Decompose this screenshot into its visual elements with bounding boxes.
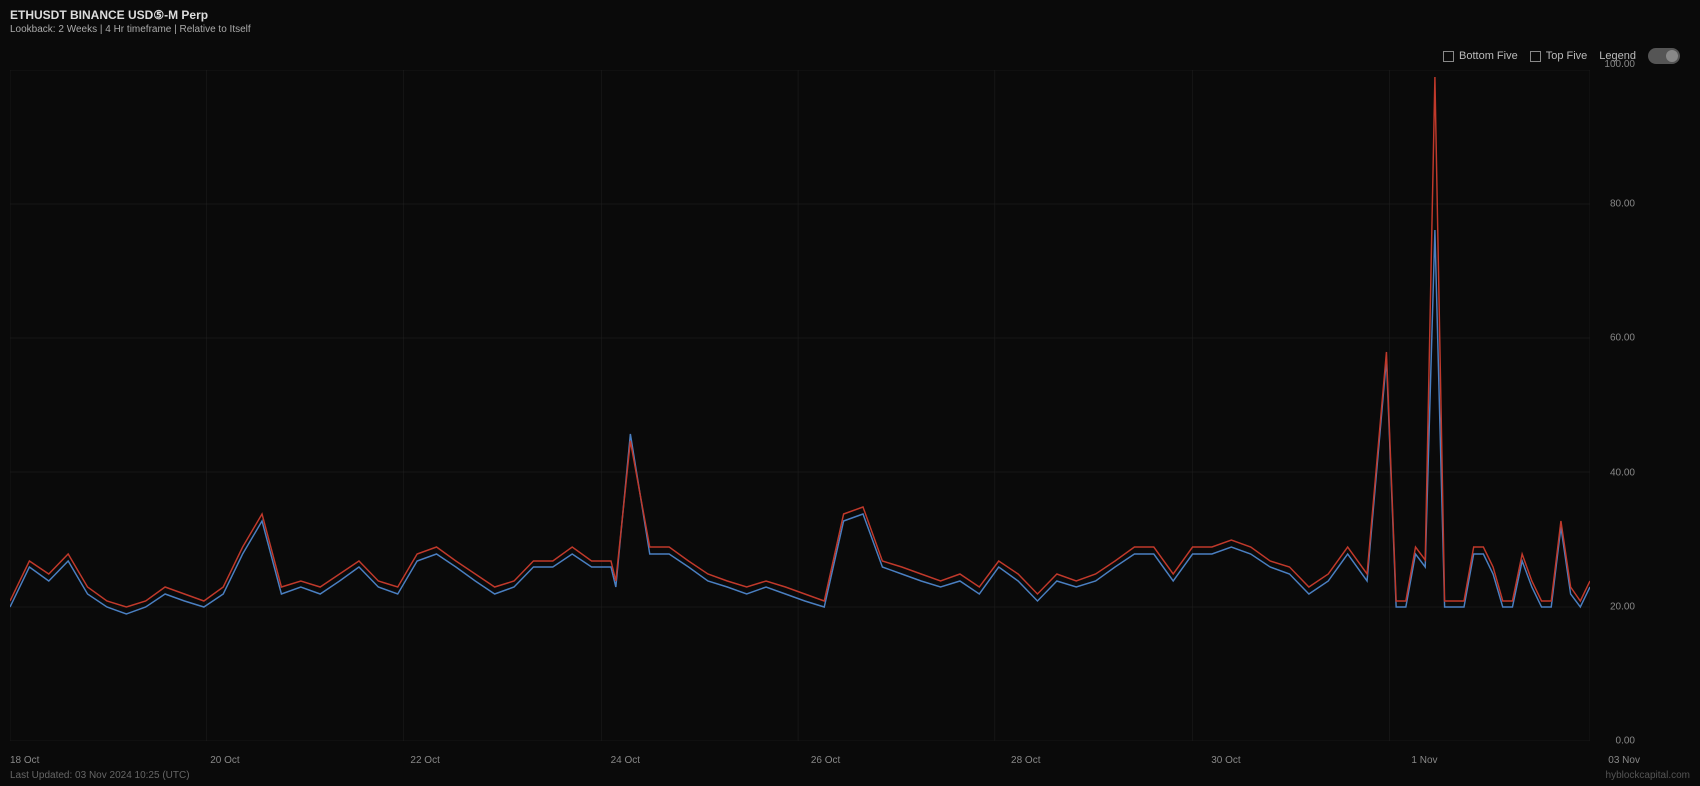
header: ETHUSDT BINANCE USD⑤-M Perp Lookback: 2 … — [10, 8, 251, 35]
y-label-40: 40.00 — [1610, 467, 1635, 478]
y-label-60: 60.00 — [1610, 333, 1635, 344]
x-label-30oct: 30 Oct — [1211, 755, 1240, 766]
bottom-five-label: Bottom Five — [1459, 50, 1518, 62]
x-label-18oct: 18 Oct — [10, 755, 39, 766]
legend-area: Bottom Five Top Five Legend — [1443, 48, 1680, 64]
chart-subtitle: Lookback: 2 Weeks | 4 Hr timeframe | Rel… — [10, 24, 251, 35]
x-label-20oct: 20 Oct — [210, 755, 239, 766]
y-axis: 0.00 20.00 40.00 60.00 80.00 100.00 — [1590, 70, 1640, 741]
footer: Last Updated: 03 Nov 2024 10:25 (UTC) — [10, 770, 190, 781]
y-label-80: 80.00 — [1610, 199, 1635, 210]
x-label-28oct: 28 Oct — [1011, 755, 1040, 766]
last-updated: Last Updated: 03 Nov 2024 10:25 (UTC) — [10, 770, 190, 781]
chart-title: ETHUSDT BINANCE USD⑤-M Perp — [10, 8, 251, 22]
blue-line — [10, 230, 1590, 614]
x-label-22oct: 22 Oct — [410, 755, 439, 766]
chart-container: 0.00 20.00 40.00 60.00 80.00 100.00 — [10, 70, 1640, 741]
x-label-1nov: 1 Nov — [1411, 755, 1437, 766]
legend-top-five: Top Five — [1530, 50, 1588, 62]
x-axis: 18 Oct 20 Oct 22 Oct 24 Oct 26 Oct 28 Oc… — [10, 755, 1640, 766]
main-chart — [10, 70, 1590, 741]
bottom-five-checkbox[interactable] — [1443, 51, 1454, 62]
legend-bottom-five: Bottom Five — [1443, 50, 1518, 62]
x-label-3nov: 03 Nov — [1608, 755, 1640, 766]
watermark-text: hyblockcapital.com — [1606, 770, 1690, 781]
top-five-checkbox[interactable] — [1530, 51, 1541, 62]
watermark: hyblockcapital.com — [1606, 770, 1690, 781]
x-label-24oct: 24 Oct — [611, 755, 640, 766]
y-label-100: 100.00 — [1604, 59, 1635, 70]
red-line — [10, 77, 1590, 607]
legend-toggle[interactable] — [1648, 48, 1680, 64]
y-label-20: 20.00 — [1610, 601, 1635, 612]
top-five-label: Top Five — [1546, 50, 1588, 62]
y-label-0: 0.00 — [1616, 736, 1635, 747]
x-label-26oct: 26 Oct — [811, 755, 840, 766]
